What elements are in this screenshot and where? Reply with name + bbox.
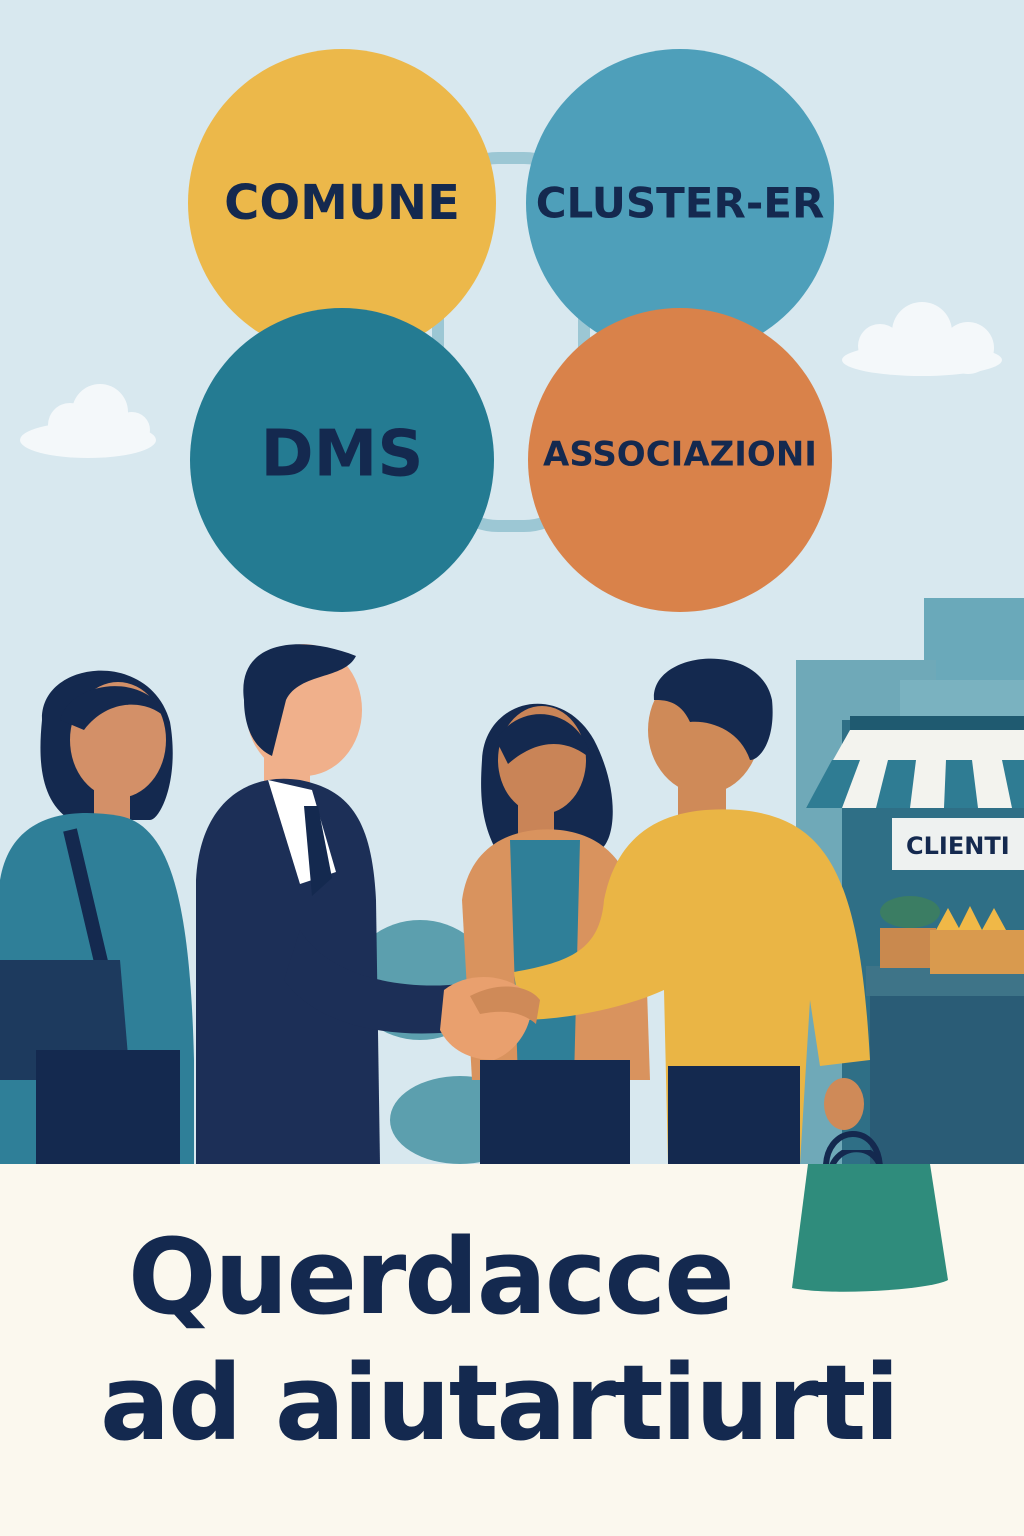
circle-label-associazioni: ASSOCIAZIONI (543, 435, 817, 475)
poster: COMUNE CLUSTER-ER DMS ASSOCIAZIONI CLIEN… (0, 0, 1024, 1536)
circle-label-cluster-er: CLUSTER-ER (536, 179, 825, 228)
headline-line-2: ad aiutartiurti (100, 1342, 900, 1464)
circle-label-comune: COMUNE (224, 175, 460, 231)
shopping-bag (792, 1150, 948, 1292)
illustration-scene: COMUNE CLUSTER-ER DMS ASSOCIAZIONI CLIEN… (0, 0, 1024, 1164)
circle-dms: DMS (190, 308, 494, 612)
circle-label-dms: DMS (261, 418, 424, 492)
headline-line-1: Querdacce (128, 1216, 735, 1338)
stall-sign-text: CLIENTI (906, 832, 1010, 860)
circle-associazioni: ASSOCIAZIONI (528, 308, 832, 612)
